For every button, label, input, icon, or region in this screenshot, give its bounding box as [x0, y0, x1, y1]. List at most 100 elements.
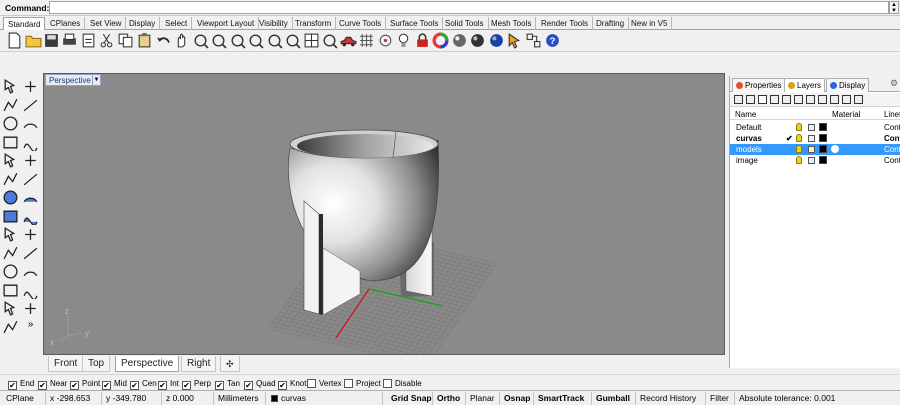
arc-button[interactable] — [22, 115, 39, 132]
set-cplane-button[interactable] — [321, 32, 338, 49]
osnap-checkbox[interactable]: ✔ — [70, 381, 79, 390]
layer-row[interactable]: image Conti — [730, 155, 900, 166]
zoom-button[interactable] — [210, 32, 227, 49]
points-button[interactable] — [377, 32, 394, 49]
viewport-perspective[interactable]: z x y Perspective ▼ — [43, 73, 725, 355]
layer-linetype[interactable]: Conti — [884, 122, 900, 133]
layer-name[interactable]: Default — [736, 122, 761, 133]
zoom-selected-button[interactable] — [266, 32, 283, 49]
layer-lock-icon[interactable] — [808, 135, 815, 142]
layer-color-swatch[interactable] — [819, 156, 827, 164]
smarttrack-toggle[interactable]: SmartTrack — [534, 392, 592, 405]
tab-visibility[interactable]: Visibility — [255, 17, 293, 30]
sphere-button[interactable] — [22, 189, 39, 206]
layer-visible-light-icon[interactable] — [796, 134, 802, 142]
osnap-mid[interactable]: ✔ Mid — [102, 378, 127, 390]
osnap-checkbox[interactable]: ✔ — [244, 381, 253, 390]
layer-material-swatch[interactable] — [831, 145, 839, 153]
command-input[interactable] — [49, 1, 889, 14]
solid-box-button[interactable] — [2, 189, 19, 206]
layer-lock-icon[interactable] — [808, 124, 815, 131]
delete-layer-icon[interactable] — [758, 95, 767, 104]
viewport-menu-arrow-icon[interactable]: ▼ — [92, 74, 101, 86]
transform-button[interactable] — [2, 171, 19, 188]
layer-lock-icon[interactable] — [808, 146, 815, 153]
osnap-tan[interactable]: ✔ Tan — [215, 378, 240, 390]
render-button[interactable] — [22, 245, 39, 262]
view-tab-top[interactable]: Top — [82, 356, 111, 372]
osnap-project[interactable]: Project — [344, 378, 381, 389]
print-button[interactable] — [61, 32, 78, 49]
osnap-point[interactable]: ✔ Point — [70, 378, 100, 390]
tab-cplanes[interactable]: CPlanes — [46, 17, 86, 30]
curve-button[interactable] — [22, 134, 39, 152]
osnap-vertex[interactable]: Vertex — [307, 378, 342, 389]
tab-new-in-v5[interactable]: New in V5 — [627, 17, 673, 30]
point-button[interactable] — [22, 78, 39, 95]
undo-button[interactable] — [155, 32, 172, 49]
rotate-view-button[interactable] — [192, 32, 209, 49]
osnap-cen[interactable]: ✔ Cen — [130, 378, 157, 390]
grid-snap-toggle[interactable]: Grid Snap — [387, 392, 433, 405]
filter-icon[interactable] — [818, 95, 827, 104]
osnap-checkbox[interactable] — [307, 379, 316, 388]
light-button[interactable] — [395, 32, 412, 49]
layer-color-swatch[interactable] — [819, 123, 827, 131]
fillet-button[interactable] — [22, 152, 39, 169]
undo-view-button[interactable] — [284, 32, 301, 49]
surface-button[interactable] — [22, 208, 39, 226]
layer-color-swatch[interactable] — [819, 145, 827, 153]
osnap-checkbox[interactable]: ✔ — [182, 381, 191, 390]
zoom-window-button[interactable] — [229, 32, 246, 49]
osnap-checkbox[interactable]: ✔ — [215, 381, 224, 390]
new-sublayer-icon[interactable] — [746, 95, 755, 104]
layer-visible-light-icon[interactable] — [796, 123, 802, 131]
layer-name[interactable]: image — [736, 155, 758, 166]
tab-drafting[interactable]: Drafting — [592, 17, 630, 30]
panel-options-gear-icon[interactable]: ⚙ — [890, 78, 898, 89]
column-linetype[interactable]: Linet — [884, 110, 900, 119]
tab-display[interactable]: Display — [125, 17, 161, 30]
osnap-knot[interactable]: ✔ Knot — [278, 378, 306, 390]
column-name[interactable]: Name — [735, 110, 756, 119]
render-sphere-button[interactable] — [451, 32, 468, 49]
block-button[interactable] — [2, 319, 19, 336]
osnap-checkbox[interactable]: ✔ — [278, 381, 287, 390]
layer-material-swatch[interactable] — [831, 123, 839, 131]
osnap-checkbox[interactable]: ✔ — [38, 381, 47, 390]
status-cplane[interactable]: CPlane — [2, 392, 46, 405]
new-layer-icon[interactable] — [734, 95, 743, 104]
shade-sphere-button[interactable] — [469, 32, 486, 49]
extrude-button[interactable] — [2, 208, 19, 225]
viewport-title[interactable]: Perspective — [45, 74, 95, 86]
offset-button[interactable] — [22, 263, 39, 280]
layer-visible-light-icon[interactable] — [796, 156, 802, 164]
group-button[interactable] — [525, 32, 542, 49]
layer-up-icon[interactable] — [770, 95, 779, 104]
layer-help-icon[interactable] — [854, 95, 863, 104]
copy-button[interactable] — [117, 32, 134, 49]
layer-linetype[interactable]: Conti — [884, 144, 900, 155]
analyze-button[interactable] — [22, 226, 39, 243]
circle-button[interactable] — [2, 115, 19, 132]
osnap-checkbox[interactable] — [344, 379, 353, 388]
cut-button[interactable] — [98, 32, 115, 49]
paste-button[interactable] — [136, 32, 153, 49]
osnap-checkbox[interactable] — [383, 379, 392, 388]
status-layer[interactable]: curvas — [266, 392, 383, 405]
tab-solid-tools[interactable]: Solid Tools — [441, 17, 489, 30]
layer-row[interactable]: Default Conti — [730, 122, 900, 133]
polygon-button[interactable] — [2, 152, 19, 169]
car-button[interactable] — [340, 32, 357, 49]
layer-properties-icon[interactable] — [842, 95, 851, 104]
view-tab-right[interactable]: Right — [181, 356, 217, 372]
select-arrow-button[interactable] — [2, 78, 19, 95]
add-viewport-tab-icon[interactable]: ✣ — [220, 356, 240, 372]
fillet-edge-button[interactable] — [2, 263, 19, 280]
help-button[interactable]: ? — [544, 32, 561, 49]
array-button[interactable] — [2, 300, 19, 317]
layer-color-swatch[interactable] — [819, 134, 827, 142]
grid-button[interactable] — [358, 32, 375, 49]
zoom-extents-button[interactable] — [247, 32, 264, 49]
edit-curve-button[interactable] — [22, 171, 39, 188]
